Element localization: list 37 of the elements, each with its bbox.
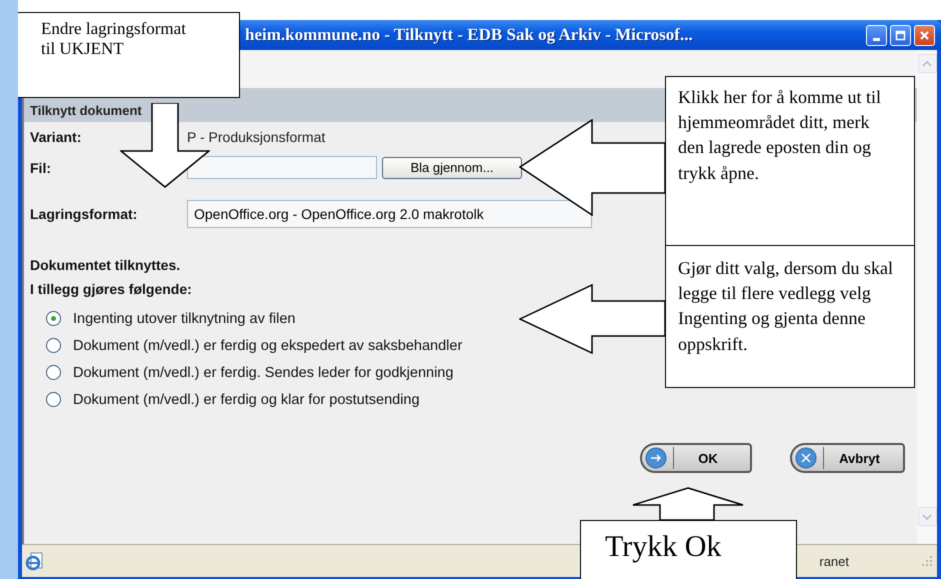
minimize-button[interactable] (866, 24, 887, 46)
option-label: Dokument (m/vedl.) er ferdig og ekspedert av saksbehandler (73, 338, 462, 354)
maximize-icon (894, 28, 907, 42)
close-icon (795, 447, 817, 469)
cancel-button[interactable]: Avbryt (790, 443, 905, 473)
zone-text: ranet (819, 554, 849, 568)
radio-button[interactable] (46, 365, 61, 380)
radio-button[interactable] (46, 311, 61, 326)
chevron-up-icon (922, 60, 932, 66)
field-label: Variant: (30, 129, 82, 145)
field-value: P - Produksjonsformat (187, 129, 326, 145)
callout-box: Gjør ditt valg, dersom du skal legge til flere vedlegg velg Ingenting og gjenta denne oppskrift. (665, 245, 915, 388)
minimize-icon (873, 38, 880, 40)
close-icon (918, 28, 931, 42)
callout-box: Endre lagringsformat til UKJENT (18, 12, 240, 98)
option-label: Ingenting utover tilknytning av filen (73, 310, 296, 326)
format-select[interactable]: OpenOffice.org - OpenOffice.org 2.0 makrotolk (187, 200, 592, 228)
maximize-button[interactable] (890, 24, 911, 46)
resize-grip-icon[interactable] (921, 555, 933, 567)
page-icon (25, 551, 45, 571)
window-title: heim.kommune.no - Tilknytt - EDB Sak og Arkiv - Microsof... (245, 25, 693, 45)
section-title: Tilknytt dokument (30, 103, 142, 118)
info-text: Dokumentet tilknyttes. (30, 256, 180, 275)
callout-box: Klikk her for å komme ut til hjemmeområdet ditt, merk den lagrede eposten din og trykk åpne. (665, 76, 915, 246)
info-text: I tillegg gjøres følgende: (30, 280, 192, 299)
field-label: Lagringsformat: (30, 206, 138, 222)
chevron-down-icon (922, 514, 932, 520)
radio-button[interactable] (46, 392, 61, 407)
file-input[interactable] (187, 156, 377, 179)
option-label: Dokument (m/vedl.) er ferdig og klar for postutsending (73, 392, 420, 408)
close-button[interactable] (914, 24, 935, 46)
option-label: Dokument (m/vedl.) er ferdig. Sendes leder for godkjenning (73, 364, 454, 380)
callout-box: Trykk Ok (580, 520, 797, 579)
radio-button[interactable] (46, 338, 61, 353)
ok-button[interactable]: OK (640, 443, 752, 473)
field-label: Fil: (30, 160, 52, 176)
browse-button[interactable]: Bla gjennom... (382, 156, 522, 178)
